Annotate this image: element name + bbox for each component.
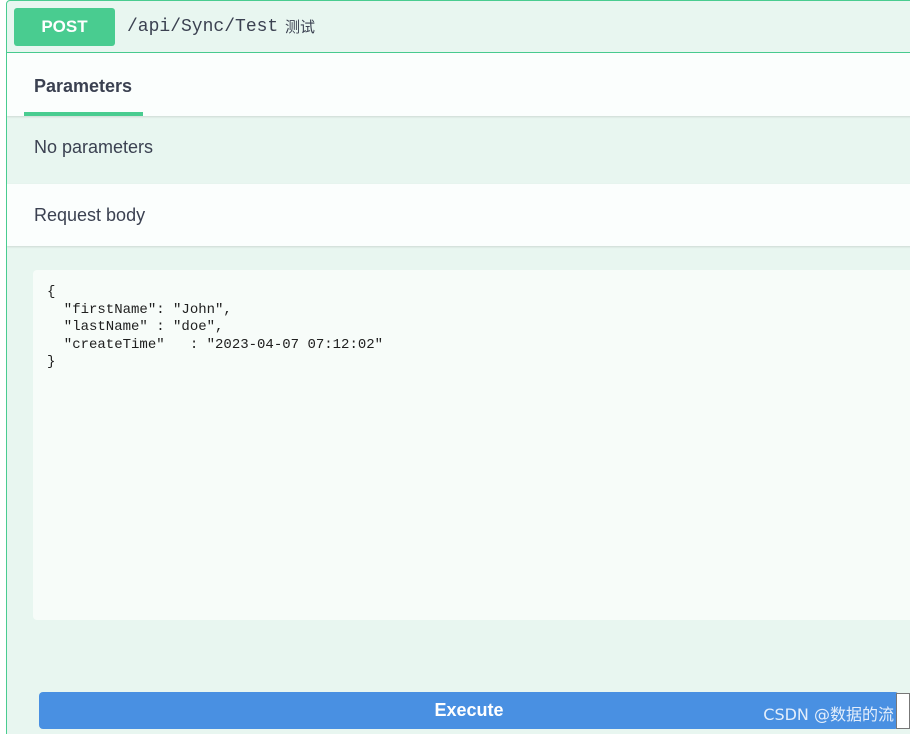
operation-summary[interactable]: POST /api/Sync/Test 测试 (7, 1, 910, 53)
tab-parameters-label: Parameters (34, 76, 133, 96)
execute-button-label: Execute (434, 700, 504, 720)
execute-button[interactable]: Execute (39, 692, 899, 729)
operation-block: POST /api/Sync/Test 测试 Parameters No par… (6, 0, 910, 734)
operation-description: 测试 (285, 18, 316, 36)
tabs-bar: Parameters (7, 53, 910, 116)
request-body-editor[interactable]: { "firstName": "John", "lastName" : "doe… (33, 270, 910, 620)
request-body-label: Request body (34, 205, 146, 225)
active-tab-indicator (24, 112, 143, 116)
no-parameters-text: No parameters (34, 137, 154, 157)
request-body-header: Request body (7, 184, 910, 246)
http-method-badge: POST (14, 8, 115, 46)
tab-parameters[interactable]: Parameters (24, 53, 143, 116)
scrollbar-corner (896, 693, 910, 729)
operation-path: /api/Sync/Test (127, 17, 279, 37)
